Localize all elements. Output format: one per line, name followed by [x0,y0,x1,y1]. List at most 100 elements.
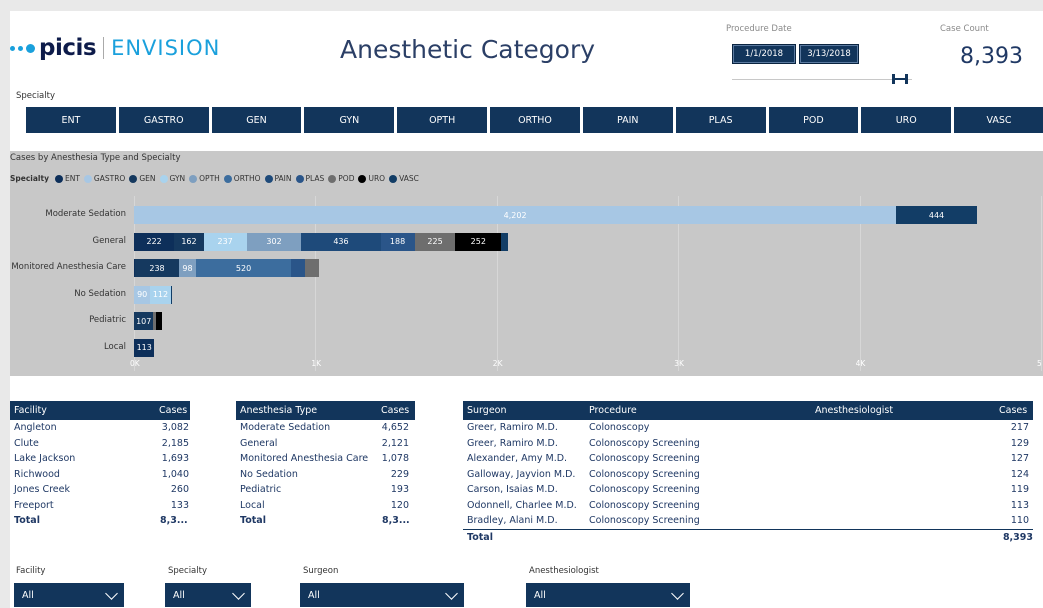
anesthesia-total-label: Total [240,515,266,527]
surgeon-table-row[interactable]: Bradley, Alani M.D. Colonoscopy Screening… [463,513,1033,529]
bar-segment-gen[interactable]: 238 [135,259,179,277]
specialty-tile-gastro[interactable]: GASTRO [118,107,209,133]
surgeon-table-row[interactable]: Carson, Isaias M.D. Colonoscopy Screening… [463,482,1033,498]
specialty-tile-gyn[interactable]: GYN [304,107,395,133]
specialty-tile-opth[interactable]: OPTH [397,107,488,133]
date-end-input[interactable]: 3/13/2018 [799,44,859,64]
bar-segment-plas[interactable]: 188 [380,232,415,251]
surgeon-col-header[interactable]: Surgeon [463,405,589,416]
bar-segment-gyn[interactable]: 112 [150,285,171,304]
legend-item-vasc[interactable]: VASC [389,174,419,183]
bar-segment-gyn[interactable]: 237 [203,232,247,251]
surgeon-table-row[interactable]: Galloway, Jayvion M.D. Colonoscopy Screen… [463,467,1033,483]
legend-item-gen[interactable]: GEN [129,174,156,183]
bar-segment-vasc[interactable] [501,232,509,251]
facility-table-row[interactable]: Richwood 1,040 [10,467,190,483]
anesthesia-table-row[interactable]: Monitored Anesthesia Care 1,078 [236,451,415,467]
bar-segment-gen[interactable]: 107 [134,312,154,330]
surgeon-cases-col-header[interactable]: Cases [999,405,1027,416]
specialty-dropdown[interactable]: All [165,583,251,607]
bar-segment-pain[interactable]: 436 [301,232,381,251]
facility-total-label: Total [14,515,40,527]
brand-name: picis [39,35,97,61]
bar-segment-uro[interactable]: 252 [455,232,502,251]
facility-name-cell: Richwood [14,468,60,480]
bar-segment-ent[interactable]: 113 [134,338,155,357]
bar-segment-opth[interactable]: 302 [246,232,302,251]
surgeon-cases-cell: 110 [1010,515,1029,527]
bar-segment-gen[interactable]: 162 [174,232,204,251]
bar-segment-ent[interactable]: 222 [134,232,175,251]
facility-table-row[interactable]: Angleton 3,082 [10,420,190,436]
bar-segment-opth[interactable]: 98 [178,259,197,277]
facility-table-row[interactable]: Jones Creek 260 [10,482,190,498]
legend-item-ent[interactable]: ENT [54,174,80,183]
specialty-tile-plas[interactable]: PLAS [675,107,766,133]
facility-cases-cell: 260 [170,484,189,496]
bar-segment-vasc[interactable] [170,285,173,304]
legend-item-pod[interactable]: POD [328,174,354,183]
facility-name-cell: Angleton [14,422,57,434]
facility-table-row[interactable]: Clute 2,185 [10,436,190,452]
surgeon-table-row[interactable]: Greer, Ramiro M.D. Colonoscopy 217 [463,420,1033,436]
procedure-col-header[interactable]: Procedure [589,405,815,416]
facility-cases-col-header[interactable]: Cases [159,405,189,416]
anesthesia-cases-col-header[interactable]: Cases [381,405,409,416]
specialty-tile-uro[interactable]: URO [861,107,952,133]
facility-dropdown-value: All [22,589,34,601]
facility-dropdown[interactable]: All [14,583,124,607]
specialty-tile-pain[interactable]: PAIN [582,107,673,133]
date-start-input[interactable]: 1/1/2018 [732,44,796,64]
legend-item-gastro[interactable]: GASTRO [83,174,126,183]
facility-table-row[interactable]: Freeport 133 [10,498,190,514]
legend-item-gyn[interactable]: GYN [159,174,185,183]
facility-table-row[interactable]: Lake Jackson 1,693 [10,451,190,467]
bar-segment-plas[interactable] [290,259,305,277]
legend-item-pain[interactable]: PAIN [264,174,292,183]
legend-item-opth[interactable]: OPTH [189,174,220,183]
surgeon-cases-cell: 127 [1010,453,1029,465]
bar-segment-gastro[interactable]: 90 [134,285,151,304]
legend-label: GEN [139,174,156,183]
specialty-tile-gen[interactable]: GEN [211,107,302,133]
surgeon-dropdown[interactable]: All [300,583,464,607]
facility-col-header[interactable]: Facility [10,405,159,416]
date-range-handle[interactable] [892,74,908,84]
legend-swatch [389,174,398,183]
anesthesia-table-row[interactable]: No Sedation 229 [236,467,415,483]
bar-segment-gastro[interactable]: 4,202 [134,206,897,224]
specialty-tile-vasc[interactable]: VASC [954,107,1043,133]
bar-segment-vasc[interactable]: 444 [896,206,977,224]
surgeon-cases-cell: 124 [1010,468,1029,480]
date-range-slider[interactable] [732,79,912,80]
surgeon-table-row[interactable]: Greer, Ramiro M.D. Colonoscopy Screening 1… [463,436,1033,452]
specialty-tile-ortho[interactable]: ORTHO [490,107,580,133]
legend-item-ortho[interactable]: ORTHO [223,174,261,183]
legend-item-uro[interactable]: URO [358,174,385,183]
bar-segment-ortho[interactable]: 520 [196,259,291,277]
facility-name-cell: Clute [14,437,39,449]
anesthesia-cases-cell: 120 [390,499,409,511]
anesthesia-type-col-header[interactable]: Anesthesia Type [236,405,381,416]
legend-item-plas[interactable]: PLAS [295,174,324,183]
surgeon-table-header: Surgeon Procedure Anesthesiologist Cases [463,401,1033,419]
anesthesiologist-dropdown[interactable]: All [526,583,690,607]
chevron-down-icon [445,586,458,600]
legend-label: GASTRO [93,174,126,183]
anesthesiologist-col-header[interactable]: Anesthesiologist [815,405,999,416]
surgeon-table-row[interactable]: Alexander, Amy M.D. Colonoscopy Screening… [463,451,1033,467]
legend-swatch [328,174,337,183]
surgeon-dropdown-value: All [308,589,320,601]
anesthesia-table-row[interactable]: Pediatric 193 [236,482,415,498]
logo-dots-icon [10,43,35,53]
specialty-tile-ent[interactable]: ENT [26,107,116,133]
anesthesia-table-row[interactable]: Local 120 [236,498,415,514]
anesthesia-table-row[interactable]: General 2,121 [236,436,415,452]
bar-segment-pod[interactable]: 225 [414,232,456,251]
specialty-tile-pod[interactable]: POD [768,107,859,133]
bar-segment-pod[interactable] [304,259,320,277]
surgeon-name-cell: Alexander, Amy M.D. [467,453,568,465]
anesthesia-table-row[interactable]: Moderate Sedation 4,652 [236,420,415,436]
bar-segment-uro[interactable] [156,312,162,330]
surgeon-table-row[interactable]: Odonnell, Charlee M.D. Colonoscopy Screen… [463,498,1033,514]
